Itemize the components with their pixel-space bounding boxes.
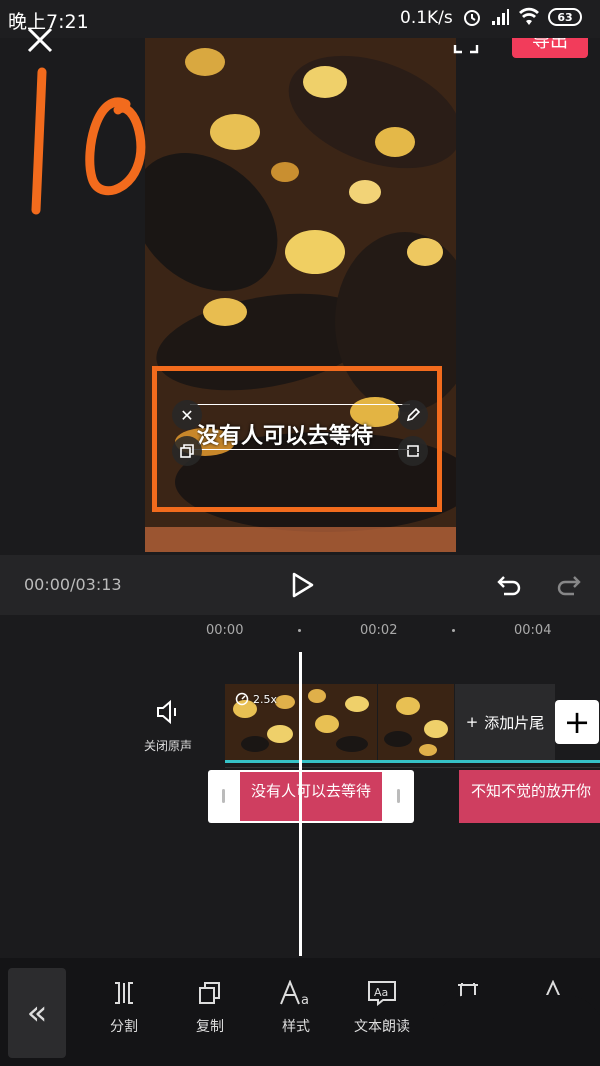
add-ending-button[interactable]: + 添加片尾 — [455, 684, 555, 760]
delete-text-handle[interactable]: ✕ — [172, 400, 202, 430]
add-clip-button[interactable]: + — [555, 700, 599, 744]
obscured-region — [430, 995, 600, 1066]
handwritten-annotation — [31, 67, 146, 215]
speed-value: 2.5x — [253, 692, 278, 706]
status-bar: 晚上7:21 0.1K/s 63 — [0, 0, 600, 38]
ruler-tick — [298, 629, 301, 632]
pencil-icon — [406, 407, 421, 422]
text-to-speech-label: 文本朗读 — [354, 1019, 410, 1035]
ruler-label-2: 00:04 — [514, 623, 552, 638]
close-button[interactable] — [22, 22, 58, 58]
text-clip[interactable]: 不知不觉的放开你 — [459, 770, 600, 823]
ruler-tick — [452, 629, 455, 632]
copy-icon — [180, 444, 194, 458]
undo-icon[interactable] — [496, 572, 522, 598]
play-icon[interactable] — [288, 571, 316, 599]
subtitle-text[interactable]: 没有人可以去等待 — [197, 418, 407, 450]
network-speed: 0.1K/s — [400, 8, 453, 28]
playback-time: 00:00/03:13 — [24, 575, 122, 594]
style-tool[interactable]: a 样式 — [261, 980, 331, 1036]
battery-indicator: 63 — [548, 8, 582, 26]
speed-badge: 2.5x — [235, 692, 277, 706]
playback-bar: 00:00/03:13 — [0, 555, 600, 615]
ruler-label-0: 00:00 — [206, 623, 244, 638]
alarm-icon — [464, 10, 480, 26]
text-style-icon: a — [280, 980, 309, 1006]
rotate-icon — [407, 445, 419, 457]
split-label: 分割 — [110, 1019, 138, 1035]
text-to-speech-icon: Aa — [368, 981, 396, 1006]
edit-text-handle[interactable] — [398, 400, 428, 430]
trim-handle-left[interactable] — [222, 789, 225, 803]
copy-label: 复制 — [196, 1019, 224, 1035]
plus-icon: + — [563, 703, 591, 741]
redo-icon[interactable] — [556, 572, 582, 598]
speed-gauge-icon — [235, 692, 249, 706]
signal-icon — [492, 9, 509, 25]
copy-icon — [199, 982, 220, 1004]
split-icon — [115, 982, 133, 1004]
rotate-scale-handle[interactable] — [398, 436, 428, 466]
add-ending-label: 添加片尾 — [484, 713, 545, 732]
svg-text:Aa: Aa — [374, 986, 388, 999]
copy-tool[interactable]: 复制 — [175, 980, 245, 1036]
ruler-label-1: 00:02 — [360, 623, 398, 638]
video-clip-thumbnail — [378, 684, 455, 760]
plus-icon: + — [465, 713, 479, 731]
speaker-icon[interactable] — [154, 698, 182, 726]
text-clip[interactable]: 没有人可以去等待 — [240, 772, 382, 821]
video-clip-thumbnail — [301, 684, 378, 760]
text-to-speech-tool[interactable]: Aa 文本朗读 — [347, 980, 417, 1036]
track-divider — [225, 767, 600, 768]
svg-text:a: a — [301, 993, 309, 1006]
close-icon: ✕ — [180, 405, 194, 425]
wifi-icon — [519, 7, 539, 25]
close-icon — [27, 27, 53, 53]
back-button[interactable]: « — [8, 968, 66, 1058]
trim-handle-right[interactable] — [397, 789, 400, 803]
style-label: 样式 — [282, 1019, 310, 1035]
split-tool[interactable]: 分割 — [89, 980, 159, 1036]
playhead[interactable] — [299, 652, 302, 956]
mute-original-audio-label[interactable]: 关闭原声 — [144, 737, 192, 754]
copy-text-handle[interactable] — [172, 436, 202, 466]
double-chevron-left-icon: « — [26, 993, 48, 1033]
video-track-underline — [225, 760, 600, 763]
